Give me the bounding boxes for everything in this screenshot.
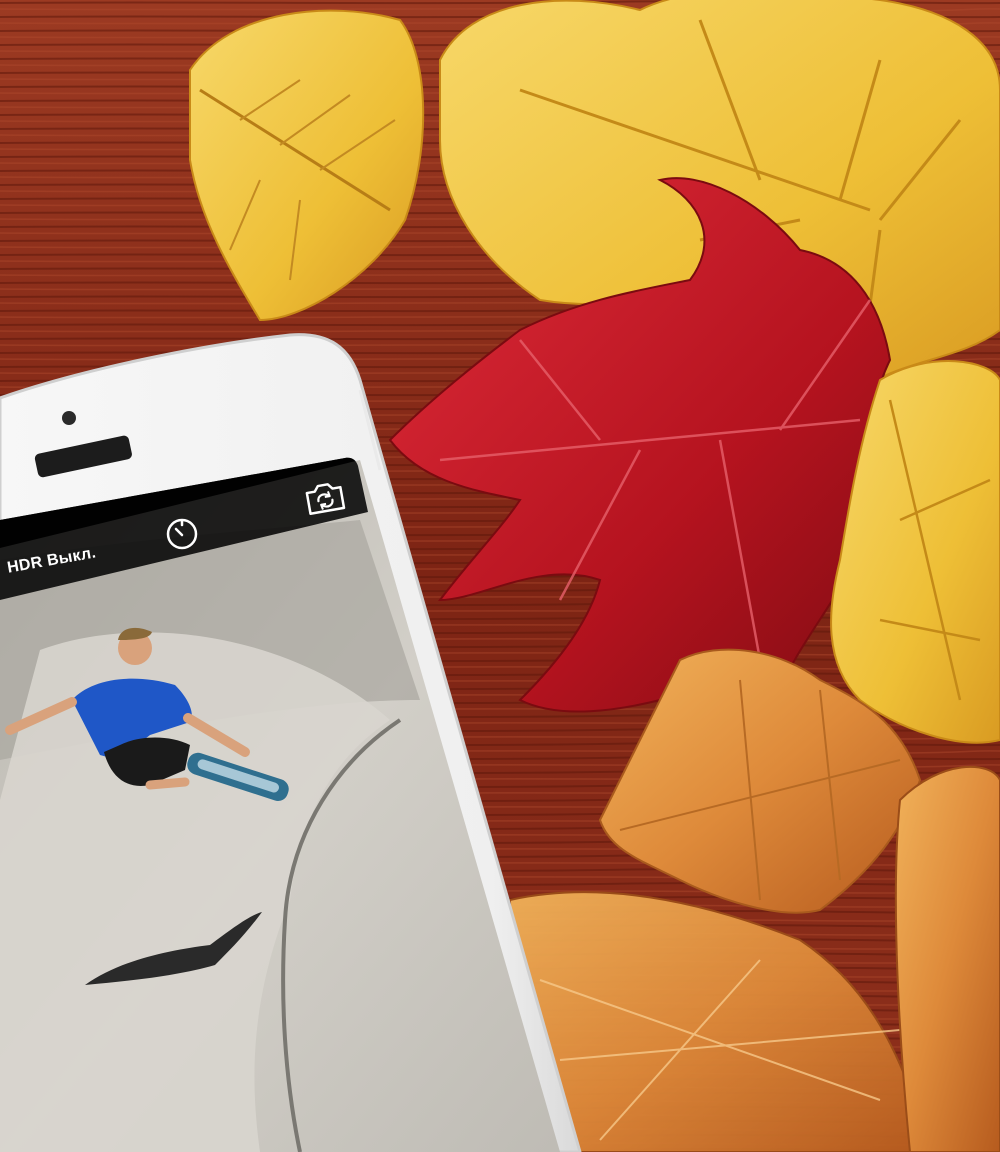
switch-camera-icon[interactable] <box>302 478 348 518</box>
timer-icon[interactable] <box>164 516 200 552</box>
marketing-photo: HDR Выкл. <box>0 0 1000 1152</box>
front-camera <box>62 411 76 425</box>
scene-illustration <box>0 0 1000 1152</box>
